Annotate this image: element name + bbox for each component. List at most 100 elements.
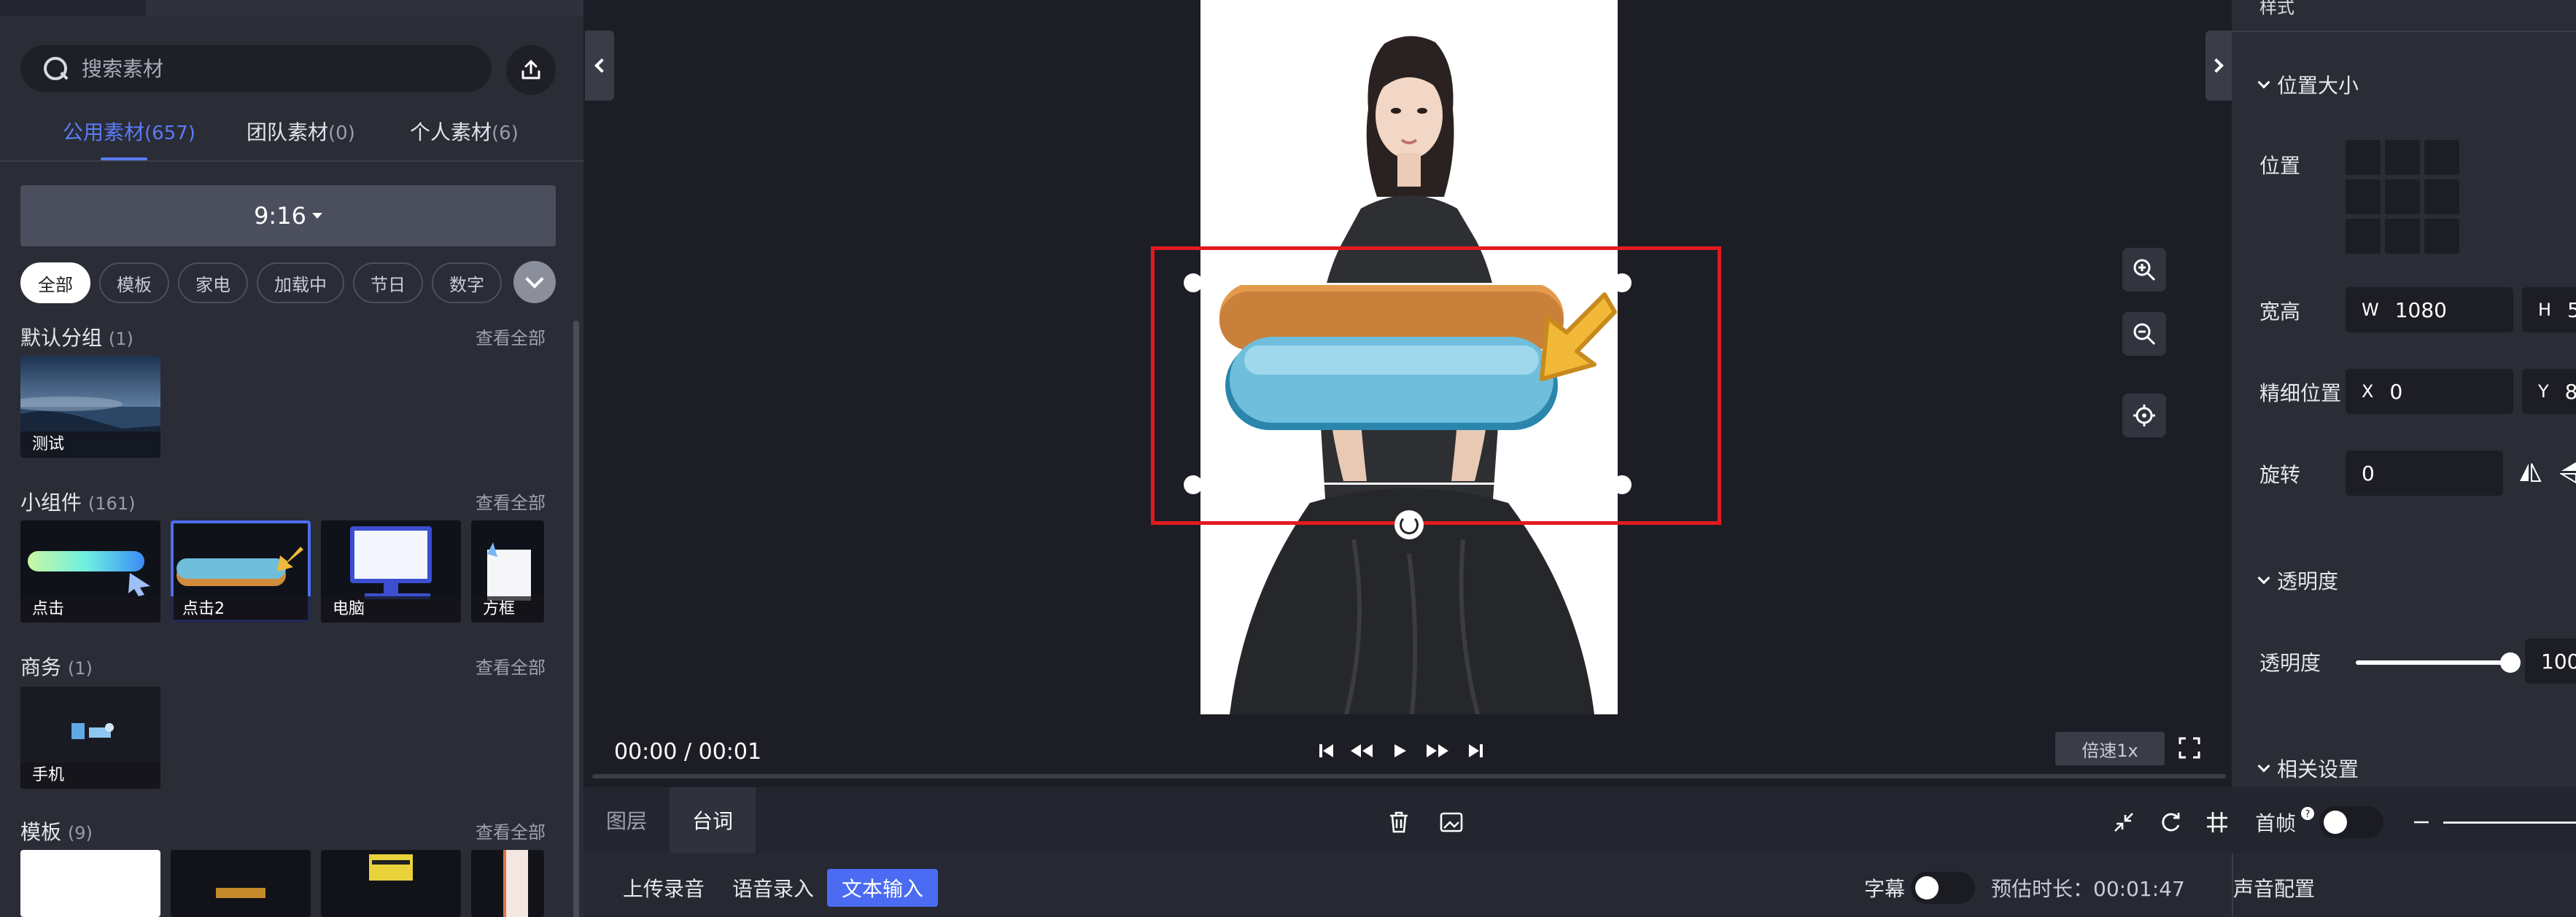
resize-handle-bottom-left[interactable] [1184, 475, 1203, 494]
chevron-down-icon [2257, 571, 2270, 585]
section-default-count: (1) [108, 329, 133, 349]
fast-forward-icon [1427, 744, 1448, 757]
search-box[interactable] [20, 45, 492, 92]
material-item-label: 测试 [20, 432, 160, 458]
material-item-click2[interactable]: 点击2 [171, 520, 311, 623]
chip-appliance[interactable]: 家电 [178, 262, 248, 303]
left-top-strip [0, 0, 583, 16]
zoom-out-button[interactable] [2122, 312, 2166, 356]
chip-loading[interactable]: 加载中 [257, 262, 344, 303]
estimated-duration: 预估时长：00:01:47 [1991, 877, 2185, 901]
ratio-select[interactable]: 9:16 [20, 185, 556, 246]
section-position-size[interactable]: 位置大小 [2257, 70, 2359, 99]
flip-vertical-icon[interactable] [2560, 461, 2576, 484]
left-scrollbar[interactable] [573, 321, 579, 917]
chip-festival[interactable]: 节日 [353, 262, 423, 303]
tab-active-underline [101, 157, 147, 160]
upload-button[interactable] [506, 45, 556, 95]
tab-team[interactable]: 团队素材(0) [247, 117, 355, 146]
image-icon[interactable] [1438, 809, 1464, 835]
view-all-business[interactable]: 查看全部 [476, 653, 546, 679]
speed-button[interactable]: 倍速1x [2055, 732, 2165, 765]
template-item-2[interactable] [171, 850, 311, 917]
first-frame-toggle[interactable] [2319, 806, 2383, 838]
text-input-button[interactable]: 文本输入 [827, 869, 939, 907]
grid-icon[interactable] [2204, 809, 2230, 835]
refresh-icon[interactable] [2157, 809, 2184, 835]
view-all-templates[interactable]: 查看全部 [476, 818, 546, 843]
skip-start-button[interactable] [1317, 738, 1336, 764]
material-item-click[interactable]: 点击 [20, 520, 160, 623]
delete-icon[interactable] [1386, 809, 1412, 835]
anchor-cell[interactable] [2346, 179, 2381, 214]
view-all-default[interactable]: 查看全部 [476, 324, 546, 349]
anchor-cell[interactable] [2424, 140, 2459, 175]
anchor-grid[interactable] [2346, 140, 2459, 254]
width-field[interactable]: W 1080 [2346, 287, 2513, 332]
timeline-zoom-slider[interactable] [2443, 822, 2576, 824]
zoom-minus-icon[interactable] [2408, 809, 2435, 835]
view-all-widgets[interactable]: 查看全部 [476, 488, 546, 514]
subtitle-toggle[interactable] [1911, 872, 1975, 904]
flip-horizontal-icon[interactable] [2518, 461, 2542, 484]
anchor-cell[interactable] [2385, 140, 2420, 175]
material-item-phone[interactable]: 手机 [20, 687, 160, 789]
crosshair-icon [2133, 405, 2155, 426]
collapse-left-button[interactable] [585, 31, 614, 101]
height-field[interactable]: H 57 [2522, 287, 2576, 332]
caret-down-icon [311, 213, 322, 219]
material-item-label: 手机 [20, 762, 160, 789]
template-item-3[interactable] [321, 850, 461, 917]
anchor-cell[interactable] [2424, 179, 2459, 214]
section-opacity[interactable]: 透明度 [2257, 566, 2338, 595]
material-item-computer[interactable]: 电脑 [321, 520, 461, 623]
play-button[interactable] [1392, 738, 1409, 764]
upload-audio-button[interactable]: 上传录音 [623, 873, 705, 902]
chip-all[interactable]: 全部 [20, 262, 90, 303]
anchor-cell[interactable] [2385, 179, 2420, 214]
chips-expand-button[interactable] [513, 261, 556, 303]
template-item-1[interactable] [20, 850, 160, 917]
chip-template[interactable]: 模板 [99, 262, 169, 303]
anchor-cell[interactable] [2385, 219, 2420, 254]
voice-config-label[interactable]: 声音配置 [2233, 873, 2315, 902]
material-item-test[interactable]: 测试 [20, 356, 160, 458]
tab-layers[interactable]: 图层 [583, 787, 670, 853]
chip-digital[interactable]: 数字 [432, 262, 502, 303]
x-field[interactable]: X0 [2346, 369, 2513, 414]
skip-end-button[interactable] [1466, 738, 1485, 764]
anchor-cell[interactable] [2424, 219, 2459, 254]
anchor-cell[interactable] [2346, 219, 2381, 254]
rotate-field[interactable]: 0 [2346, 450, 2503, 496]
search-icon [42, 55, 69, 82]
voice-input-button[interactable]: 语音录入 [732, 873, 814, 902]
timecode: 00:00 / 00:01 [614, 739, 762, 765]
rewind-button[interactable] [1349, 738, 1374, 764]
resize-handle-top-left[interactable] [1184, 273, 1203, 292]
tab-personal[interactable]: 个人素材(6) [410, 117, 519, 146]
resize-handle-top-right[interactable] [1613, 273, 1632, 292]
collapse-right-button[interactable] [2205, 31, 2232, 101]
section-related[interactable]: 相关设置 [2257, 754, 2359, 783]
ratio-value: 9:16 [254, 202, 306, 230]
rotate-handle[interactable] [1394, 510, 1424, 539]
opacity-slider-knob[interactable] [2500, 652, 2521, 673]
opacity-field[interactable]: 100 [2525, 639, 2576, 684]
zoom-in-button[interactable] [2122, 248, 2166, 292]
fullscreen-icon[interactable] [2178, 736, 2201, 760]
locate-button[interactable] [2122, 394, 2166, 437]
material-item-frame[interactable]: 方框 [471, 520, 544, 623]
resize-handle-bottom-right[interactable] [1613, 475, 1632, 494]
opacity-slider-track[interactable] [2356, 660, 2509, 665]
help-icon[interactable]: ? [2300, 806, 2315, 821]
tab-lines[interactable]: 台词 [670, 787, 756, 853]
timeline-progress[interactable] [592, 774, 2226, 779]
play-icon [1394, 744, 1406, 757]
shrink-icon[interactable] [2111, 809, 2137, 835]
template-item-4[interactable] [471, 850, 544, 917]
tab-public[interactable]: 公用素材(657) [63, 117, 195, 146]
fast-forward-button[interactable] [1425, 738, 1450, 764]
y-field[interactable]: Y 80 [2522, 369, 2576, 414]
anchor-cell[interactable] [2346, 140, 2381, 175]
search-input[interactable] [82, 56, 432, 81]
